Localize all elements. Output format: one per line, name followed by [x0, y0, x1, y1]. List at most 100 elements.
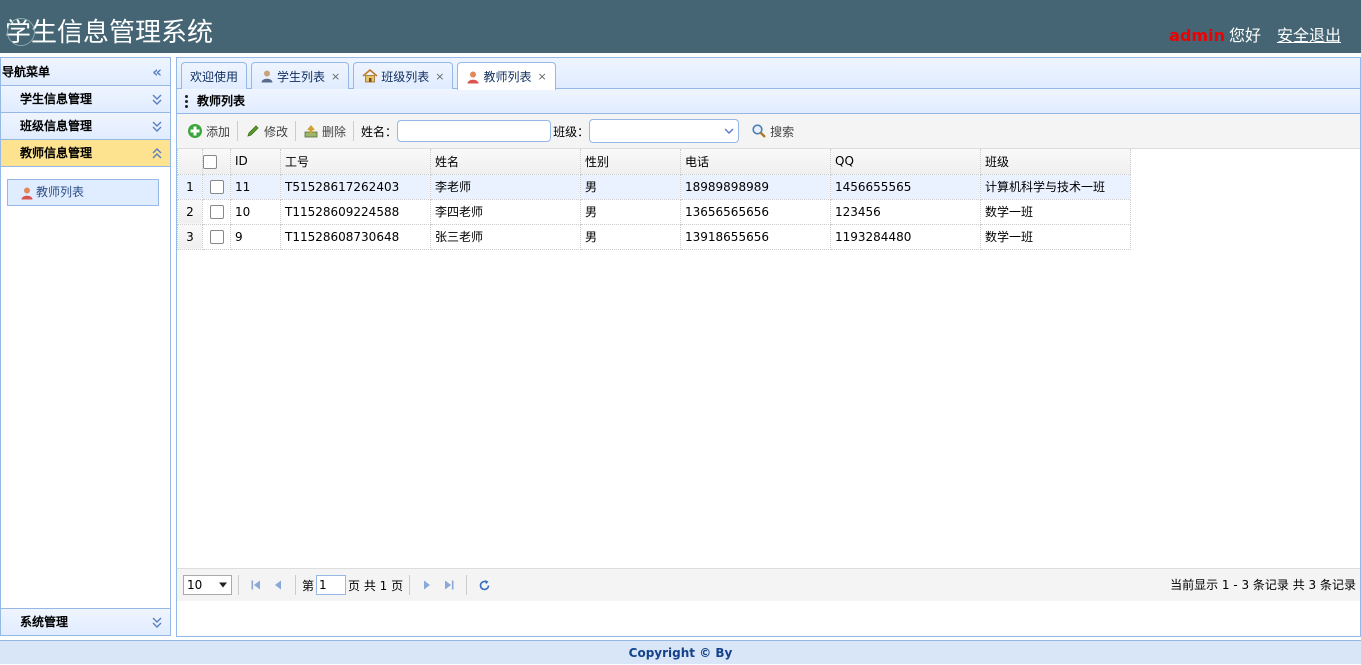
cell-phone: 18989898989 — [680, 173, 831, 200]
delete-button[interactable]: 删除 — [299, 119, 350, 143]
add-button[interactable]: 添加 — [183, 119, 234, 143]
search-icon — [751, 123, 767, 139]
page-size-select[interactable]: 10 — [183, 575, 232, 595]
next-page-button[interactable] — [416, 574, 438, 596]
nav-group-class[interactable]: 班级信息管理 — [1, 113, 170, 140]
chevron-double-down-icon — [151, 609, 163, 636]
house-icon — [362, 69, 378, 83]
table-row[interactable]: 2 10 T11528609224588 李四老师 男 13656565656 … — [177, 198, 1131, 225]
column-header-class[interactable]: 班级 — [980, 149, 1131, 175]
collapse-left-icon[interactable]: « — [152, 58, 162, 86]
toolbar: 添加 修改 删除 姓名： 班级： 搜索 — [177, 114, 1360, 149]
toolbar-divider — [353, 121, 355, 141]
column-header-qq[interactable]: QQ — [830, 149, 981, 175]
toolbar-divider — [237, 121, 239, 141]
cell-qq: 123456 — [830, 198, 981, 225]
nav-group-body: 教师列表 — [1, 167, 170, 607]
next-page-icon — [424, 580, 431, 590]
class-select[interactable] — [589, 119, 740, 143]
last-page-icon — [445, 580, 454, 590]
first-page-button[interactable] — [245, 574, 267, 596]
close-icon[interactable]: × — [331, 70, 340, 83]
nav-group-student[interactable]: 学生信息管理 — [1, 86, 170, 113]
column-header-id[interactable]: ID — [230, 149, 281, 175]
pencil-icon — [245, 123, 261, 139]
cell-code: T11528609224588 — [280, 198, 431, 225]
cell-qq: 1193284480 — [830, 223, 981, 250]
column-header-phone[interactable]: 电话 — [680, 149, 831, 175]
pager-divider — [466, 575, 468, 595]
cell-name: 张三老师 — [430, 223, 581, 250]
row-number: 2 — [177, 198, 203, 225]
main-tabs: 欢迎使用 学生列表 × 班级列表 × 教师列表 × 教师列表 添加 修改 删除 … — [176, 57, 1361, 637]
page-size-value: 10 — [187, 578, 203, 592]
cell-name: 李老师 — [430, 173, 581, 200]
cell-code: T11528608730648 — [280, 223, 431, 250]
tab-teacher-list[interactable]: 教师列表 × — [457, 62, 556, 90]
row-checkbox[interactable] — [202, 223, 231, 250]
close-icon[interactable]: × — [538, 70, 547, 83]
nav-group-label: 班级信息管理 — [20, 119, 93, 133]
prev-page-button[interactable] — [267, 574, 289, 596]
nav-menu-title: 导航菜单 — [2, 65, 51, 79]
row-checkbox[interactable] — [202, 198, 231, 225]
tab-strip: 欢迎使用 学生列表 × 班级列表 × 教师列表 × — [177, 58, 1360, 90]
teacher-datagrid: ID 工号 姓名 性别 电话 QQ 班级 1 11 T5152861726240… — [177, 149, 1360, 601]
student-icon — [260, 69, 274, 83]
first-page-icon — [251, 580, 260, 590]
chevron-double-down-icon — [151, 113, 163, 140]
nav-group-teacher[interactable]: 教师信息管理 — [1, 140, 170, 167]
table-row[interactable]: 1 11 T51528617262403 李老师 男 18989898989 1… — [177, 173, 1131, 200]
teacher-table: ID 工号 姓名 性别 电话 QQ 班级 1 11 T5152861726240… — [177, 149, 1131, 250]
tab-class-list[interactable]: 班级列表 × — [353, 62, 454, 89]
column-header-code[interactable]: 工号 — [280, 149, 431, 175]
search-button[interactable]: 搜索 — [747, 119, 798, 143]
nav-item-teacher-list[interactable]: 教师列表 — [7, 179, 159, 206]
chevron-down-icon[interactable] — [720, 120, 738, 142]
nav-group-label: 教师信息管理 — [20, 146, 93, 160]
nav-group-label: 系统管理 — [20, 615, 69, 629]
row-number-header — [177, 149, 203, 175]
tab-student-list[interactable]: 学生列表 × — [251, 62, 350, 89]
name-label: 姓名： — [361, 124, 398, 139]
nav-menu: 导航菜单 « 学生信息管理 班级信息管理 教师信息管理 教师列表 系统管理 — [0, 57, 171, 636]
pager-divider — [409, 575, 411, 595]
row-checkbox[interactable] — [202, 173, 231, 200]
nav-group-system[interactable]: 系统管理 — [1, 608, 170, 635]
row-number: 3 — [177, 223, 203, 250]
column-header-name[interactable]: 姓名 — [430, 149, 581, 175]
cell-phone: 13918655656 — [680, 223, 831, 250]
edit-button[interactable]: 修改 — [241, 119, 292, 143]
search-label: 搜索 — [770, 124, 795, 139]
panel-title: 教师列表 — [197, 93, 246, 108]
toolbar-divider — [295, 121, 297, 141]
table-row[interactable]: 3 9 T11528608730648 张三老师 男 13918655656 1… — [177, 223, 1131, 250]
close-icon[interactable]: × — [435, 70, 444, 83]
page-number-input[interactable]: 1 — [316, 575, 347, 595]
delete-icon — [303, 123, 319, 139]
nav-group-label: 学生信息管理 — [20, 92, 93, 106]
footer-logo — [7, 18, 35, 46]
teacher-icon — [466, 70, 480, 84]
nav-item-label: 教师列表 — [36, 185, 85, 199]
cell-id: 9 — [230, 223, 281, 250]
cell-gender: 男 — [580, 198, 681, 225]
admin-name: admin — [1169, 26, 1225, 45]
name-search-input[interactable] — [397, 120, 552, 142]
cell-class: 数学一班 — [980, 223, 1131, 250]
cell-class: 数学一班 — [980, 198, 1131, 225]
row-number: 1 — [177, 173, 203, 200]
refresh-button[interactable] — [473, 574, 495, 596]
tab-label: 教师列表 — [483, 70, 532, 84]
column-header-gender[interactable]: 性别 — [580, 149, 681, 175]
tab-welcome[interactable]: 欢迎使用 — [181, 62, 248, 89]
logout-link[interactable]: 安全退出 — [1277, 22, 1341, 46]
select-all-checkbox[interactable] — [202, 149, 231, 175]
teacher-icon — [20, 186, 34, 200]
add-icon — [187, 123, 203, 139]
cell-gender: 男 — [580, 223, 681, 250]
add-label: 添加 — [206, 124, 231, 139]
menu-dots-icon — [185, 94, 188, 108]
last-page-button[interactable] — [438, 574, 460, 596]
tab-label: 班级列表 — [381, 69, 430, 84]
